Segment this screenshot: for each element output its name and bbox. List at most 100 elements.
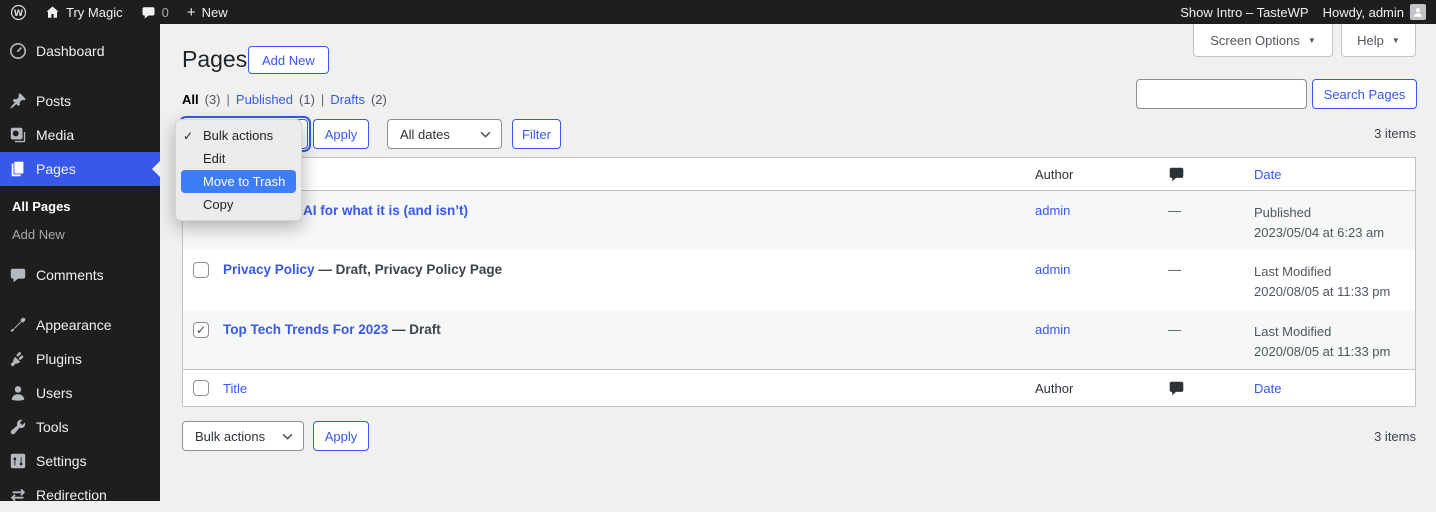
select-all-checkbox[interactable]: ✓ xyxy=(193,380,209,396)
bulk-actions-select-bottom[interactable]: Bulk actions xyxy=(182,421,304,451)
page-title-link[interactable]: Top Tech Trends For 2023 xyxy=(223,322,388,337)
dashboard-icon xyxy=(8,41,28,61)
author-link[interactable]: admin xyxy=(1035,203,1070,218)
date-cell: Last Modified 2020/08/05 at 11:33 pm xyxy=(1254,264,1391,299)
sidebar-item-add-new[interactable]: Add New xyxy=(0,220,160,248)
dropdown-option-edit[interactable]: Edit xyxy=(181,147,296,170)
chevron-down-icon: ▼ xyxy=(1391,35,1400,45)
bulk-actions-open-dropdown: ✓ Bulk actions Edit Move to Trash Copy xyxy=(175,119,302,221)
title-column-footer[interactable]: Title xyxy=(223,381,1035,396)
dropdown-option-copy[interactable]: Copy xyxy=(181,193,296,216)
pushpin-icon xyxy=(8,91,28,111)
row-checkbox-checked[interactable]: ✓ xyxy=(193,322,209,338)
title-column-header[interactable]: Title xyxy=(223,167,1035,182)
apply-button-bottom[interactable]: Apply xyxy=(313,421,369,451)
sidebar-item-pages[interactable]: Pages xyxy=(0,152,160,186)
sidebar-item-posts[interactable]: Posts xyxy=(0,84,160,118)
sidebar-item-media[interactable]: Media xyxy=(0,118,160,152)
sidebar-item-users[interactable]: Users xyxy=(0,376,160,410)
wordpress-logo-icon[interactable]: W xyxy=(10,4,27,21)
paintbrush-icon xyxy=(8,315,28,335)
chevron-down-icon xyxy=(282,433,293,440)
comments-column-icon xyxy=(1161,380,1254,397)
help-label: Help xyxy=(1357,32,1384,48)
bulk-actions-value: Bulk actions xyxy=(195,428,266,444)
screen-options-label: Screen Options xyxy=(1210,32,1300,48)
sidebar-item-settings[interactable]: Settings xyxy=(0,444,160,478)
pages-table: ✓ Title Author Date ✓ AI for what it is … xyxy=(182,157,1416,407)
author-column-footer: Author xyxy=(1035,380,1074,396)
sidebar-item-label: Appearance xyxy=(36,317,112,333)
new-content-button[interactable]: + New xyxy=(187,5,228,20)
sidebar-item-plugins[interactable]: Plugins xyxy=(0,342,160,376)
table-row: ✓ Privacy Policy — Draft, Privacy Policy… xyxy=(183,250,1415,310)
separator: | xyxy=(320,92,325,107)
filter-published-link[interactable]: Published xyxy=(236,92,293,107)
filter-drafts-count: (2) xyxy=(370,92,387,107)
sidebar-item-redirection[interactable]: Redirection xyxy=(0,478,160,512)
row-checkbox[interactable]: ✓ xyxy=(193,262,209,278)
pages-submenu: All Pages Add New xyxy=(0,186,160,258)
show-intro-link[interactable]: Show Intro – TasteWP xyxy=(1180,5,1308,20)
search-pages-button[interactable]: Search Pages xyxy=(1312,79,1417,109)
filter-button[interactable]: Filter xyxy=(512,119,561,149)
sidebar-item-label: Settings xyxy=(36,453,87,469)
comments-column-icon xyxy=(1161,166,1254,183)
table-row: ✓ AI for what it is (and isn’t) admin — … xyxy=(183,191,1415,250)
date-cell: Published 2023/05/04 at 6:23 am xyxy=(1254,205,1385,240)
author-link[interactable]: admin xyxy=(1035,262,1070,277)
add-new-button[interactable]: Add New xyxy=(248,46,329,74)
dates-filter-select[interactable]: All dates xyxy=(387,119,502,149)
search-input[interactable] xyxy=(1136,79,1307,109)
dropdown-option-bulk-actions[interactable]: ✓ Bulk actions xyxy=(181,124,296,147)
sidebar-item-tools[interactable]: Tools xyxy=(0,410,160,444)
howdy-label: Howdy, admin xyxy=(1322,4,1404,20)
page-title: Pages xyxy=(182,46,248,72)
pages-icon xyxy=(8,159,28,179)
comments-value: — xyxy=(1168,322,1181,337)
site-link[interactable]: Try Magic xyxy=(45,5,123,20)
date-column-footer[interactable]: Date xyxy=(1254,381,1417,396)
main-content: Screen Options ▼ Help ▼ Pages Add New Al… xyxy=(160,24,1436,501)
sidebar-item-label: Pages xyxy=(36,161,76,177)
sidebar-item-all-pages[interactable]: All Pages xyxy=(0,192,160,220)
sidebar-item-label: Comments xyxy=(36,267,104,283)
page-status-suffix: — Draft, Privacy Policy Page xyxy=(314,262,503,277)
admin-bar-comments[interactable]: 0 xyxy=(141,5,169,20)
comments-count: 0 xyxy=(161,4,169,20)
help-tab[interactable]: Help ▼ xyxy=(1341,24,1416,57)
comments-icon xyxy=(8,265,28,285)
apply-button-top[interactable]: Apply xyxy=(313,119,369,149)
status-filter-links: All (3) | Published (1) | Drafts (2) xyxy=(182,92,387,107)
items-count: 3 items xyxy=(1374,126,1416,141)
howdy-account-link[interactable]: Howdy, admin xyxy=(1323,4,1426,20)
redirect-arrows-icon xyxy=(8,485,28,505)
menu-separator xyxy=(0,292,160,308)
author-link[interactable]: admin xyxy=(1035,322,1070,337)
dates-filter-value: All dates xyxy=(400,126,450,142)
filter-all-link[interactable]: All xyxy=(182,92,199,107)
screen-options-tab[interactable]: Screen Options ▼ xyxy=(1193,24,1333,57)
admin-bar: W Try Magic 0 + New Show Intro – TasteWP… xyxy=(0,0,1436,24)
comment-bubble-icon xyxy=(141,5,156,20)
dropdown-option-move-to-trash[interactable]: Move to Trash xyxy=(181,170,296,193)
sidebar-item-label: Posts xyxy=(36,93,72,109)
chevron-down-icon: ▼ xyxy=(1307,35,1316,45)
page-title-link[interactable]: Privacy Policy xyxy=(223,262,315,277)
page-title-link[interactable]: AI for what it is (and isn’t) xyxy=(303,203,468,218)
sidebar-item-label: Media xyxy=(36,127,75,143)
sidebar-item-label: Users xyxy=(36,385,73,401)
plus-icon: + xyxy=(186,3,196,21)
filter-drafts-link[interactable]: Drafts xyxy=(330,92,365,107)
date-cell: Last Modified 2020/08/05 at 11:33 pm xyxy=(1254,324,1391,359)
sidebar-item-dashboard[interactable]: Dashboard xyxy=(0,34,160,68)
table-footer-row: ✓ Title Author Date xyxy=(183,369,1415,406)
date-column-header[interactable]: Date xyxy=(1254,167,1417,182)
sidebar-item-comments[interactable]: Comments xyxy=(0,258,160,292)
svg-text:W: W xyxy=(14,8,24,18)
admin-sidebar: Dashboard Posts Media Pages All Pages Ad… xyxy=(0,24,160,503)
wrench-icon xyxy=(8,417,28,437)
sidebar-item-appearance[interactable]: Appearance xyxy=(0,308,160,342)
home-icon xyxy=(45,5,60,20)
page-status-suffix: — Draft xyxy=(388,322,441,337)
